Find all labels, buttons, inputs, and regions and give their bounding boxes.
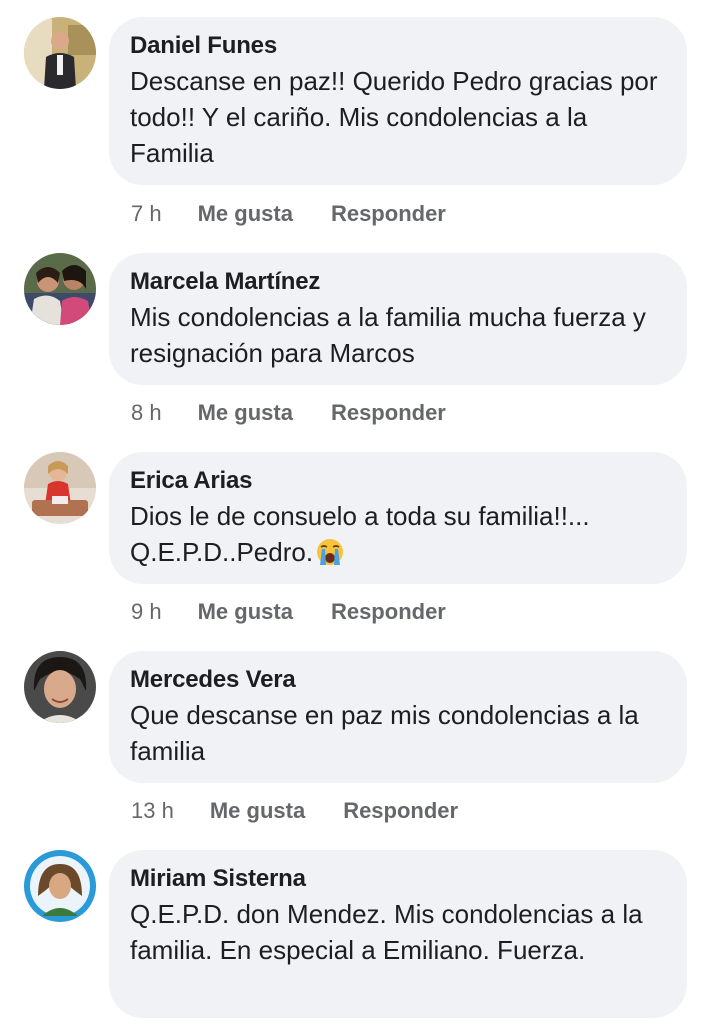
avatar-photo	[24, 253, 96, 325]
comment-author[interactable]: Erica Arias	[130, 466, 667, 496]
avatar[interactable]	[24, 17, 96, 89]
avatar-photo	[24, 17, 96, 89]
avatar[interactable]	[24, 651, 96, 723]
comment-author[interactable]: Mercedes Vera	[130, 665, 667, 695]
comment-time[interactable]: 9 h	[131, 599, 162, 625]
avatar[interactable]	[24, 253, 96, 325]
avatar-photo	[24, 452, 96, 524]
like-button[interactable]: Me gusta	[210, 798, 305, 824]
comment-bubble: Daniel Funes Descanse en paz!! Querido P…	[109, 17, 687, 185]
comment-actions: 9 h Me gusta Responder	[131, 599, 446, 625]
comment-text: Que descanse en paz mis condolencias a l…	[130, 700, 646, 766]
loudly-crying-face-icon	[317, 539, 344, 565]
comment-text: Mis condolencias a la familia mucha fuer…	[130, 302, 654, 368]
comment-bubble: Miriam Sisterna Q.E.P.D. don Mendez. Mis…	[109, 850, 687, 1018]
comment-time[interactable]: 13 h	[131, 798, 174, 824]
comment-author[interactable]: Daniel Funes	[130, 31, 667, 61]
comment-text: Dios le de consuelo a toda su familia!!.…	[130, 498, 667, 570]
comment-bubble: Marcela Martínez Mis condolencias a la f…	[109, 253, 687, 385]
comment-time[interactable]: 7 h	[131, 201, 162, 227]
like-button[interactable]: Me gusta	[198, 201, 293, 227]
comment-actions: 8 h Me gusta Responder	[131, 400, 446, 426]
like-button[interactable]: Me gusta	[198, 400, 293, 426]
comment-text: Q.E.P.D. don Mendez. Mis condolencias a …	[130, 899, 650, 965]
comment-time[interactable]: 8 h	[131, 400, 162, 426]
reply-button[interactable]: Responder	[331, 599, 446, 625]
reply-button[interactable]: Responder	[331, 201, 446, 227]
comment-text-content: Dios le de consuelo a toda su familia!!.…	[130, 501, 597, 567]
comment-actions: 7 h Me gusta Responder	[131, 201, 446, 227]
reply-button[interactable]: Responder	[343, 798, 458, 824]
comment-text: Descanse en paz!! Querido Pedro gracias …	[130, 66, 665, 168]
comment-author[interactable]: Miriam Sisterna	[130, 864, 667, 894]
comment-bubble: Mercedes Vera Que descanse en paz mis co…	[109, 651, 687, 783]
comment-author[interactable]: Marcela Martínez	[130, 267, 667, 297]
comment-actions: 13 h Me gusta Responder	[131, 798, 458, 824]
avatar-photo	[24, 850, 96, 922]
comment-bubble: Erica Arias Dios le de consuelo a toda s…	[109, 452, 687, 584]
reply-button[interactable]: Responder	[331, 400, 446, 426]
avatar[interactable]	[24, 850, 96, 922]
avatar[interactable]	[24, 452, 96, 524]
like-button[interactable]: Me gusta	[198, 599, 293, 625]
avatar-photo	[24, 651, 96, 723]
